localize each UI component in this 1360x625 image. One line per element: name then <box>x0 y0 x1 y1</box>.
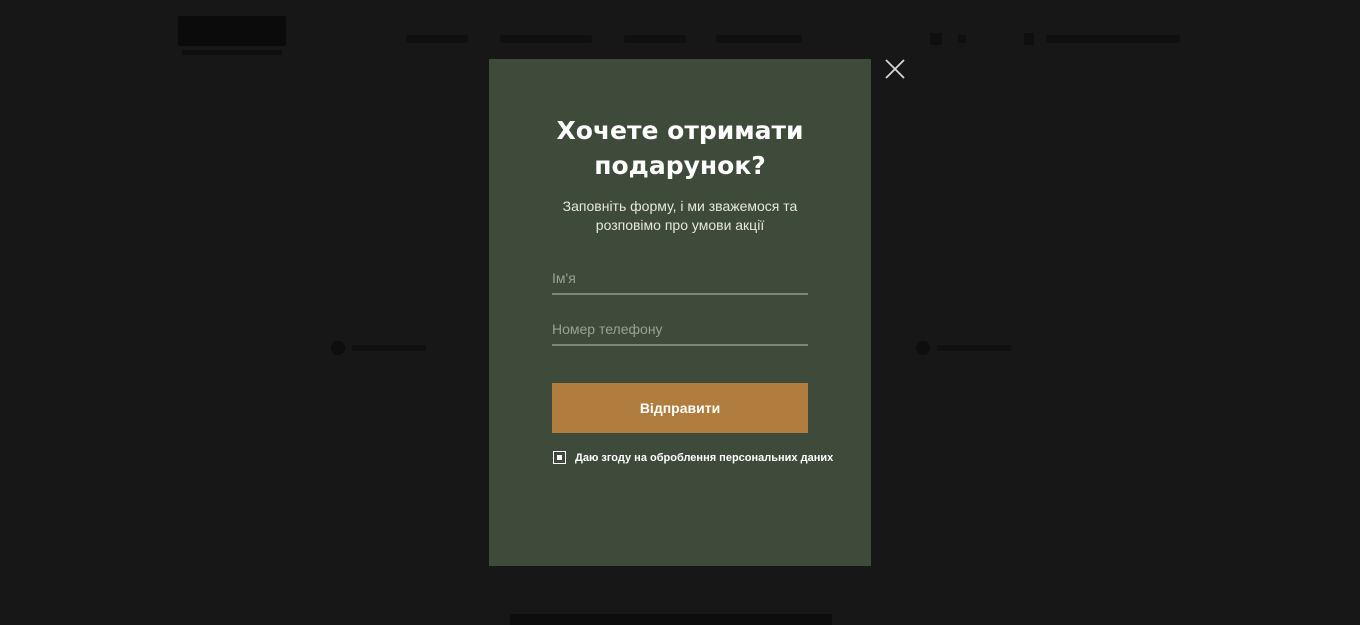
close-icon <box>885 59 905 79</box>
slider-next-label <box>937 345 1011 351</box>
popup-subtitle: Заповніть форму, і ми зважемося та розпо… <box>562 198 798 233</box>
close-button[interactable] <box>883 57 907 81</box>
cart-icon <box>930 33 942 45</box>
slider-next-icon <box>916 341 930 355</box>
nav-item <box>500 35 592 43</box>
header-phone <box>1046 35 1180 43</box>
gift-popup: Хочете отримати подарунок? Заповніть фор… <box>489 59 871 566</box>
nav-item <box>406 35 468 43</box>
phone-input[interactable] <box>552 314 808 346</box>
slider-prev-label <box>352 345 426 351</box>
section-heading <box>510 614 832 625</box>
consent-checkbox[interactable] <box>553 451 566 464</box>
site-logo-tagline <box>182 50 282 55</box>
nav-item <box>716 35 802 43</box>
nav-item <box>624 35 686 43</box>
check-icon <box>557 455 562 460</box>
slider-prev-icon <box>331 341 345 355</box>
name-input[interactable] <box>552 263 808 295</box>
phone-icon <box>1024 33 1034 45</box>
submit-button[interactable]: Відправити <box>552 383 808 433</box>
consent-label: Даю згоду на оброблення персональних дан… <box>575 451 834 464</box>
site-logo <box>178 16 286 46</box>
cart-count <box>958 35 966 43</box>
popup-title: Хочете отримати подарунок? <box>556 116 804 180</box>
consent-row: Даю згоду на оброблення персональних дан… <box>553 451 833 464</box>
